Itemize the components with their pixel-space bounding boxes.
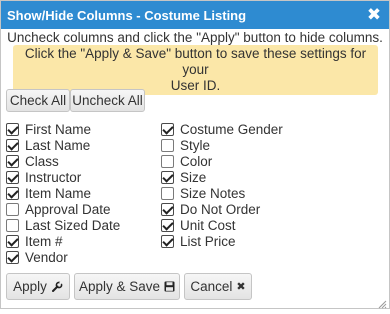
column-checkbox[interactable] (161, 138, 174, 152)
column-option[interactable]: Size Notes (161, 185, 245, 201)
column-label[interactable]: List Price (180, 234, 236, 249)
column-label[interactable]: Unit Cost (180, 218, 236, 233)
column-checkbox[interactable] (161, 170, 174, 184)
cancel-label: Cancel (190, 279, 233, 294)
column-option[interactable]: Item # (6, 233, 63, 249)
column-checkbox[interactable] (161, 202, 174, 216)
uncheck-all-button[interactable]: Uncheck All (70, 89, 145, 112)
column-checkbox[interactable] (6, 170, 19, 184)
column-label[interactable]: Instructor (25, 170, 81, 185)
column-option[interactable]: Approval Date (6, 201, 111, 217)
column-label[interactable]: Size Notes (180, 186, 245, 201)
column-checkbox[interactable] (6, 234, 19, 248)
apply-button[interactable]: Apply (6, 273, 70, 300)
column-label[interactable]: Costume Gender (180, 122, 283, 137)
show-hide-columns-dialog: Show/Hide Columns - Costume Listing ✖ Un… (0, 0, 390, 309)
column-checkbox[interactable] (6, 154, 19, 168)
column-label[interactable]: Color (180, 154, 212, 169)
save-icon (164, 281, 175, 292)
dialog-title: Show/Hide Columns - Costume Listing (7, 7, 247, 23)
column-option[interactable]: Class (6, 153, 59, 169)
column-checkbox[interactable] (161, 186, 174, 200)
column-label[interactable]: Style (180, 138, 210, 153)
column-label[interactable]: Vendor (25, 250, 68, 265)
column-option[interactable]: Do Not Order (161, 201, 260, 217)
column-label[interactable]: Item Name (25, 186, 91, 201)
column-checkbox[interactable] (6, 202, 19, 216)
close-icon: ✖ (236, 281, 246, 293)
column-label[interactable]: Last Sized Date (25, 218, 120, 233)
column-checkbox[interactable] (6, 218, 19, 232)
check-all-label: Check All (9, 93, 67, 108)
column-checkbox[interactable] (161, 122, 174, 136)
column-option[interactable]: Color (161, 153, 212, 169)
check-all-button[interactable]: Check All (6, 89, 70, 112)
dialog-titlebar[interactable]: Show/Hide Columns - Costume Listing ✖ (1, 1, 389, 29)
column-option[interactable]: Instructor (6, 169, 81, 185)
column-option[interactable]: Style (161, 137, 210, 153)
save-note-line1: Click the "Apply & Save" button to save … (24, 46, 367, 77)
column-option[interactable]: Last Sized Date (6, 217, 120, 233)
column-option[interactable]: First Name (6, 121, 91, 137)
column-label[interactable]: Last Name (25, 138, 90, 153)
close-icon[interactable]: ✖ (364, 5, 384, 25)
column-checkbox[interactable] (161, 234, 174, 248)
column-option[interactable]: Unit Cost (161, 217, 236, 233)
column-checkbox[interactable] (161, 218, 174, 232)
apply-save-button[interactable]: Apply & Save (74, 273, 180, 300)
apply-save-label: Apply & Save (78, 279, 161, 294)
resize-grip-icon[interactable] (377, 296, 387, 309)
column-checkbox[interactable] (161, 154, 174, 168)
column-checkbox[interactable] (6, 138, 19, 152)
column-label[interactable]: Item # (25, 234, 63, 249)
cancel-button[interactable]: Cancel ✖ (184, 273, 252, 300)
column-option[interactable]: Costume Gender (161, 121, 283, 137)
column-checkbox[interactable] (6, 122, 19, 136)
wrench-icon (51, 280, 63, 293)
column-option[interactable]: List Price (161, 233, 236, 249)
column-label[interactable]: Class (25, 154, 59, 169)
column-label[interactable]: Do Not Order (180, 202, 260, 217)
column-label[interactable]: Approval Date (25, 202, 111, 217)
column-label[interactable]: First Name (25, 122, 91, 137)
column-checkbox[interactable] (6, 250, 19, 264)
column-checkbox[interactable] (6, 186, 19, 200)
column-option[interactable]: Vendor (6, 249, 68, 265)
column-option[interactable]: Size (161, 169, 206, 185)
instructions-text: Uncheck columns and click the "Apply" bu… (7, 30, 383, 45)
column-label[interactable]: Size (180, 170, 206, 185)
column-option[interactable]: Last Name (6, 137, 90, 153)
apply-label: Apply (13, 279, 47, 294)
uncheck-all-label: Uncheck All (72, 93, 143, 108)
save-note: Click the "Apply & Save" button to save … (13, 45, 378, 95)
column-option[interactable]: Item Name (6, 185, 91, 201)
